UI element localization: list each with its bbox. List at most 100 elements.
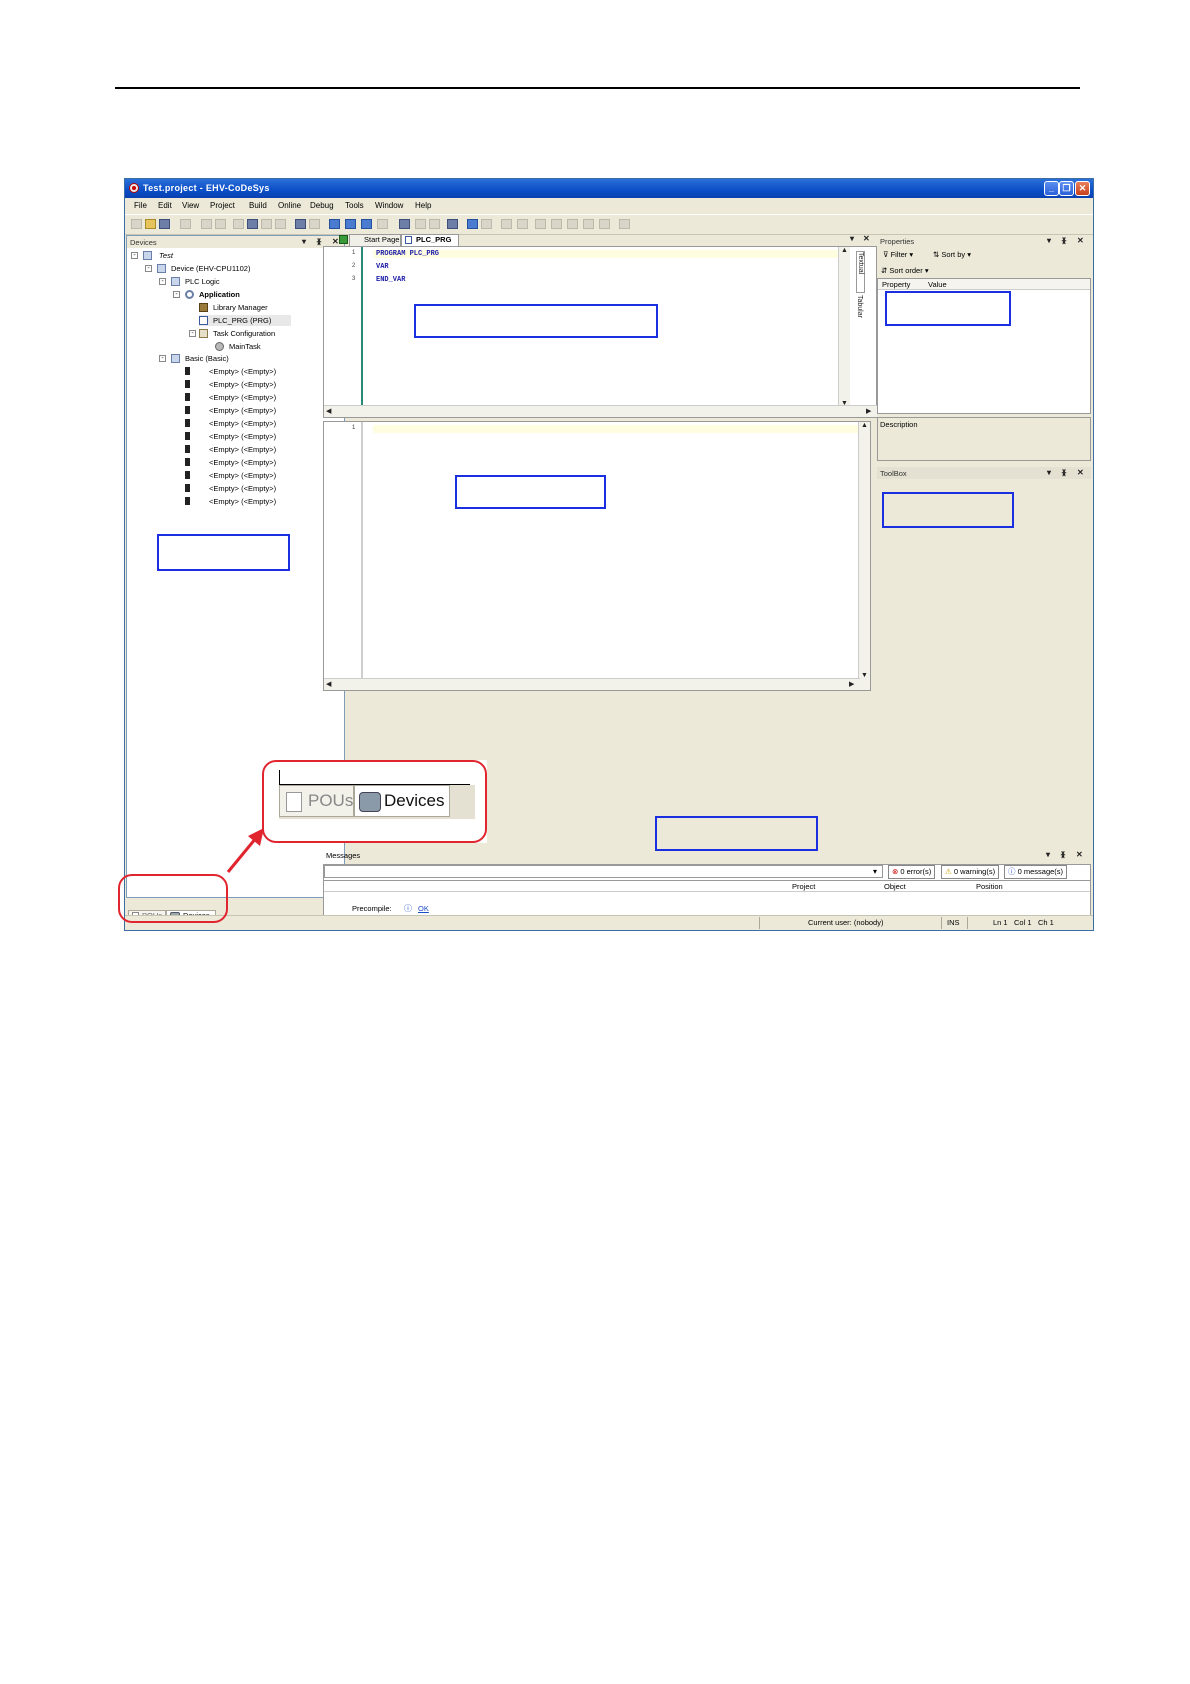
panel-dropdown-icon[interactable]: ▾ [1046,850,1050,859]
step-out-icon[interactable] [567,219,578,229]
redo-icon[interactable] [215,219,226,229]
logout-icon[interactable] [481,219,492,229]
pin-icon[interactable]: ᚕ [317,237,321,246]
menu-file[interactable]: File [134,201,147,210]
errors-count: 0 error(s) [900,867,932,876]
declaration-editor[interactable]: 1 PROGRAM PLC_PRG 2 VAR 3 END_VAR ▲ ▼ ◀ … [323,246,877,418]
panel-dropdown-icon[interactable]: ▾ [1047,468,1051,477]
pin-icon[interactable]: ᚕ [1061,850,1065,859]
sort-order-label: Sort order [889,266,923,275]
cut-icon[interactable] [233,219,244,229]
scroll-left-icon[interactable]: ◀ [326,680,331,688]
collapse-icon[interactable]: - [159,278,166,285]
print-icon[interactable] [180,219,191,229]
panel-close-icon[interactable]: ✕ [1077,236,1084,245]
messages-filter-button[interactable]: ⓘ 0 message(s) [1004,865,1068,879]
collapse-icon[interactable]: - [131,252,138,259]
panel-close-icon[interactable]: ✕ [1077,468,1084,477]
clean-icon[interactable] [361,219,372,229]
undo-icon[interactable] [201,219,212,229]
paste-icon[interactable] [261,219,272,229]
callout-tab-devices[interactable]: Devices [354,785,450,817]
stop-icon[interactable] [517,219,528,229]
impl-horizontal-scrollbar[interactable]: ◀ ▶ [324,678,860,690]
sort-by-button[interactable]: ⇅ Sort by ▾ [933,250,971,259]
restore-button[interactable]: ❐ [1059,181,1074,196]
rebuild-icon[interactable] [345,219,356,229]
copy-icon[interactable] [247,219,258,229]
pin-icon[interactable]: ᚕ [1062,468,1066,477]
code-line[interactable]: END_VAR [376,276,405,284]
tab-list-icon[interactable]: ▾ [850,234,854,243]
clean-all-icon[interactable] [377,219,388,229]
step-over-icon[interactable] [535,219,546,229]
scroll-up-icon[interactable]: ▲ [861,422,868,429]
run-to-cursor-icon[interactable] [583,219,594,229]
precompile-status-link[interactable]: OK [418,904,429,913]
object-column[interactable]: Object [884,882,906,891]
menu-online[interactable]: Online [278,201,301,210]
slot-icon [185,471,190,479]
start-icon[interactable] [501,219,512,229]
login-icon[interactable] [467,219,478,229]
find-icon[interactable] [295,219,306,229]
warnings-filter-button[interactable]: ⚠ 0 warning(s) [941,865,1000,879]
collapse-icon[interactable]: - [173,291,180,298]
scroll-up-icon[interactable]: ▲ [841,247,848,254]
menu-view[interactable]: View [182,201,199,210]
decl-horizontal-scrollbar[interactable]: ◀ ▶ [324,405,877,417]
callout-tab-pous[interactable]: POUs [279,785,354,817]
menu-window[interactable]: Window [375,201,403,210]
code-line[interactable]: PROGRAM PLC_PRG [376,250,439,258]
menu-debug[interactable]: Debug [310,201,334,210]
open-icon[interactable] [145,219,156,229]
sort-order-button[interactable]: ⇵ Sort order ▾ [881,266,929,275]
message-source-select[interactable]: ▾ [324,865,883,878]
scroll-down-icon[interactable]: ▼ [861,672,868,679]
collapse-icon[interactable]: - [145,265,152,272]
scroll-right-icon[interactable]: ▶ [849,680,854,688]
position-column[interactable]: Position [976,882,1003,891]
collapse-icon[interactable]: - [159,355,166,362]
tab-start-page[interactable]: Start Page [349,234,401,246]
device-login-icon[interactable] [447,219,458,229]
window-icon[interactable] [399,219,410,229]
title-bar[interactable]: Test.project - EHV-CoDeSys _ ❐ ✕ [125,179,1093,198]
pin-icon[interactable]: ᚕ [1062,236,1066,245]
tab-tabular[interactable]: Tabular [856,295,863,335]
errors-filter-button[interactable]: ⊗ 0 error(s) [888,865,936,879]
decl-vertical-scrollbar[interactable]: ▲ ▼ [838,247,850,407]
scroll-left-icon[interactable]: ◀ [326,407,331,415]
editor-close-icon[interactable]: ✕ [863,234,870,243]
online-change-icon[interactable] [619,219,630,229]
step-into-icon[interactable] [551,219,562,229]
chevron-down-icon[interactable]: ▾ [873,867,877,876]
project-column[interactable]: Project [792,882,815,891]
scroll-right-icon[interactable]: ▶ [866,407,871,415]
minimize-button[interactable]: _ [1044,181,1059,196]
implementation-editor[interactable]: 1 ▲ ▼ ◀ ▶ [323,421,871,691]
save-icon[interactable] [159,219,170,229]
filter-button[interactable]: ⊽ Filter ▾ [883,250,913,259]
replace-icon[interactable] [309,219,320,229]
impl-vertical-scrollbar[interactable]: ▲ ▼ [858,422,870,690]
menu-help[interactable]: Help [415,201,431,210]
build-icon[interactable] [329,219,340,229]
menu-build[interactable]: Build [249,201,267,210]
collapse-icon[interactable]: - [189,330,196,337]
panel-close-icon[interactable]: ✕ [1076,850,1083,859]
generate-code-icon[interactable] [415,219,426,229]
new-icon[interactable] [131,219,142,229]
breakpoint-icon[interactable] [599,219,610,229]
menu-edit[interactable]: Edit [158,201,172,210]
code-line[interactable]: VAR [376,263,389,271]
menu-tools[interactable]: Tools [345,201,364,210]
delete-icon[interactable] [275,219,286,229]
panel-dropdown-icon[interactable]: ▾ [302,237,306,246]
tree-item-plc-prg[interactable]: PLC_PRG (PRG) [199,315,291,326]
close-button[interactable]: ✕ [1075,181,1090,196]
panel-dropdown-icon[interactable]: ▾ [1047,236,1051,245]
menu-project[interactable]: Project [210,201,235,210]
insert-object-icon[interactable] [429,219,440,229]
tab-textual[interactable]: Textual [856,251,865,293]
